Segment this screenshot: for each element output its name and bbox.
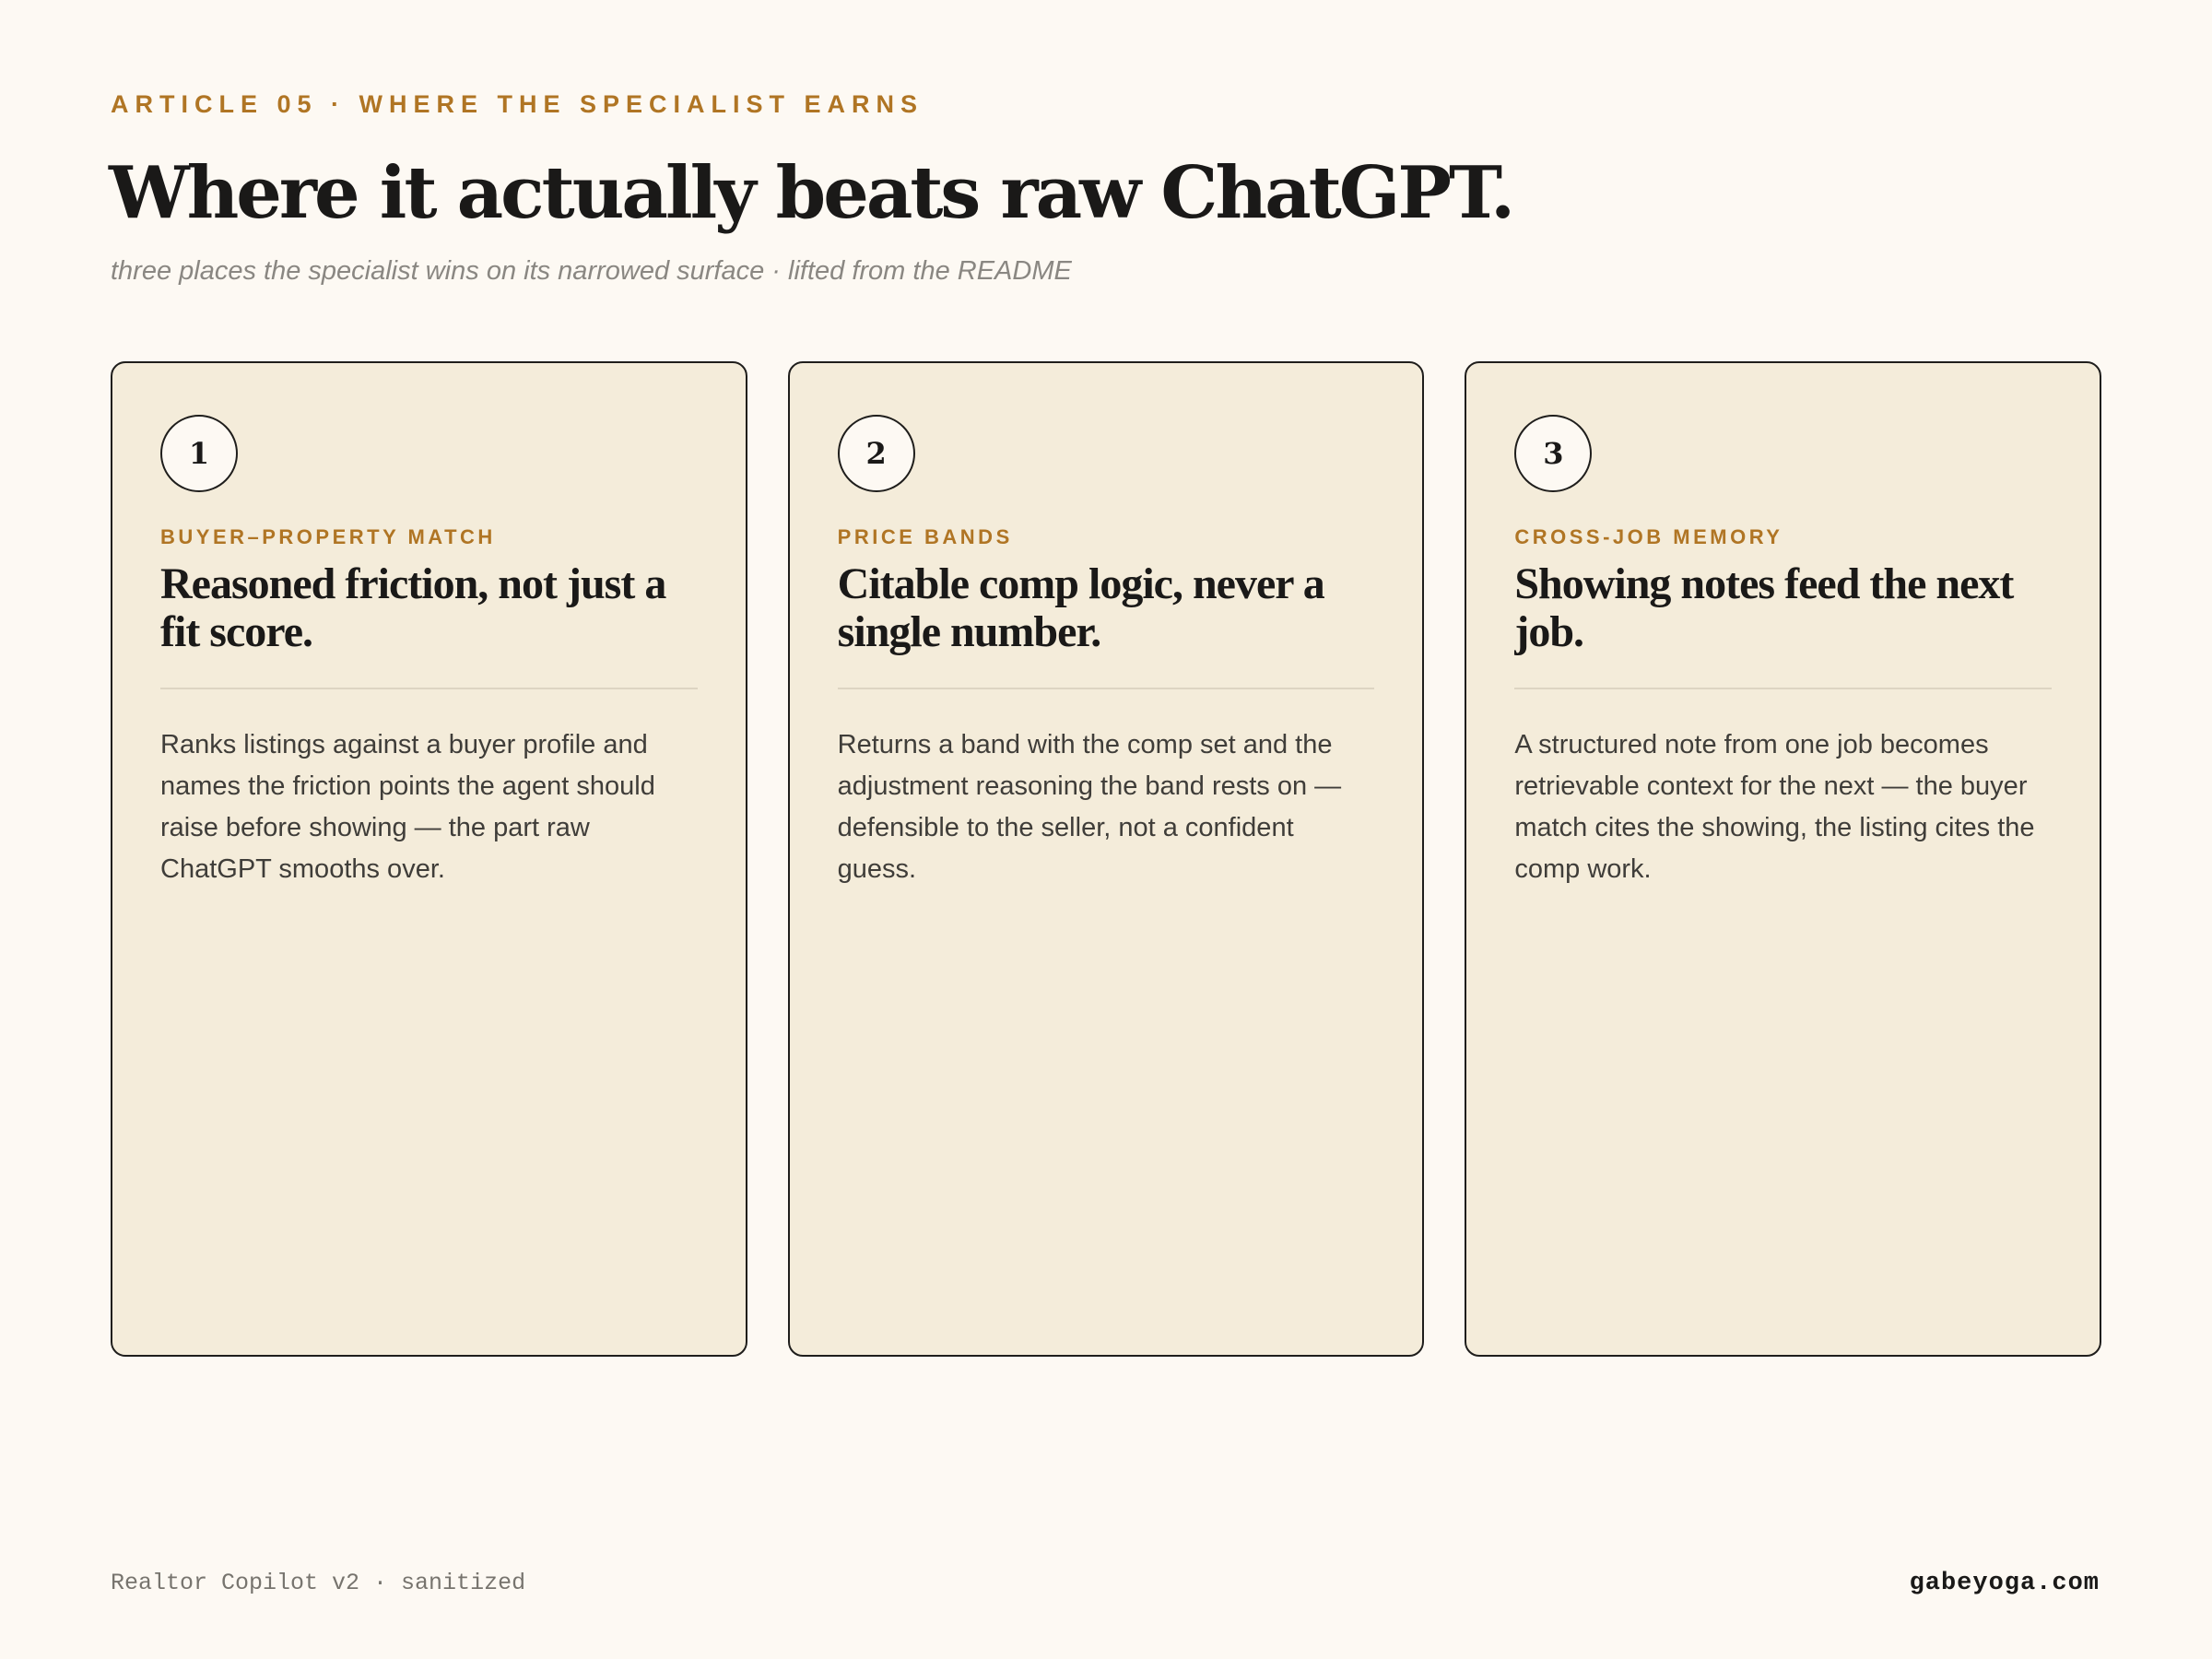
card-divider (837, 688, 1375, 689)
card-body: Ranks listings against a buyer profile a… (160, 730, 655, 884)
footer-product-label: Realtor Copilot v2 · sanitized (111, 1570, 526, 1596)
card-body: A structured note from one job becomes r… (1514, 730, 2035, 884)
page-title: Where it actually beats raw ChatGPT. (109, 151, 1515, 235)
footer-site-link[interactable]: gabeyoga.com (1910, 1570, 2100, 1597)
card-body: Returns a band with the comp set and the… (837, 730, 1342, 884)
article-eyebrow: ARTICLE 05 · WHERE THE SPECIALIST EARNS (111, 90, 924, 118)
page-subtitle: three places the specialist wins on its … (111, 256, 1072, 286)
card-number-badge: 3 (1514, 415, 1593, 492)
card-heading: Citable comp logic, never a single numbe… (837, 559, 1325, 656)
card-heading: Showing notes feed the next job. (1514, 559, 2014, 656)
card-divider (160, 688, 698, 689)
card-kicker: CROSS-JOB MEMORY (1514, 525, 1783, 548)
card-kicker: BUYER–PROPERTY MATCH (160, 525, 496, 548)
card-cross-job-memory: 3 CROSS-JOB MEMORY Showing notes feed th… (1465, 361, 2102, 1357)
card-heading: Reasoned friction, not just a fit score. (160, 559, 666, 656)
card-price-bands: 2 PRICE BANDS Citable comp logic, never … (787, 361, 1425, 1357)
card-number-badge: 2 (837, 415, 915, 492)
card-buyer-property-match: 1 BUYER–PROPERTY MATCH Reasoned friction… (111, 361, 747, 1357)
card-number-badge: 1 (160, 415, 238, 492)
card-divider (1514, 688, 2053, 689)
card-kicker: PRICE BANDS (837, 525, 1013, 548)
card-grid: 1 BUYER–PROPERTY MATCH Reasoned friction… (111, 361, 2102, 1357)
